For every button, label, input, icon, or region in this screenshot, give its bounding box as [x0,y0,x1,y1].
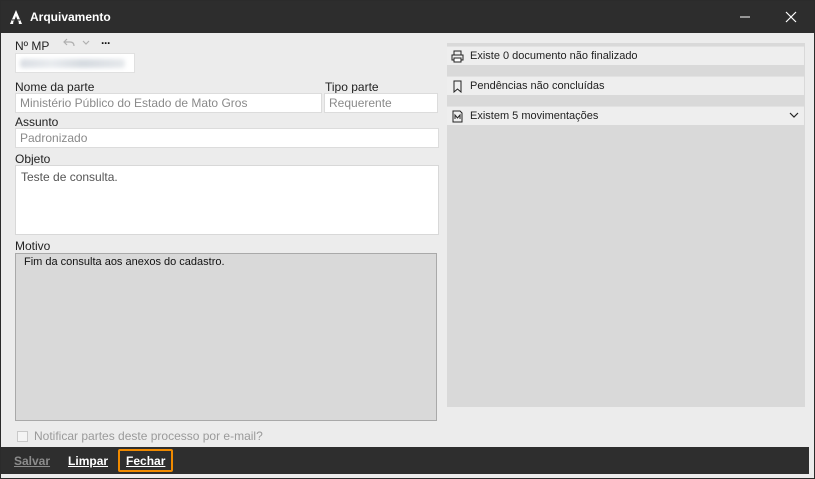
save-button[interactable]: Salvar [8,449,56,472]
assunto-label: Assunto [15,115,59,129]
nome-parte-label: Nome da parte [15,80,95,94]
summary-item-label: Pendências não concluídas [470,80,605,92]
assunto-field[interactable]: Padronizado [15,128,439,148]
notify-checkbox[interactable] [17,430,28,442]
minimize-icon [740,16,750,18]
nmp-field[interactable] [15,53,135,73]
nome-parte-field[interactable]: Ministério Público do Estado de Mato Gro… [15,93,322,113]
tipo-parte-field[interactable]: Requerente [324,93,438,113]
undo-icon[interactable] [63,37,75,49]
printer-icon [451,50,463,62]
notify-row[interactable]: Notificar partes deste processo por e-ma… [17,429,263,443]
app-logo-icon [10,10,22,24]
motivo-textarea[interactable]: Fim da consulta aos anexos do cadastro. [15,253,437,421]
nmp-label: Nº MP [15,39,50,53]
motivo-label: Motivo [15,239,51,253]
title-bar[interactable]: Arquivamento [1,1,814,33]
summary-panel: Existe 0 documento não finalizado Pendên… [447,43,805,407]
archive-window: Arquivamento Nº MP ··· Nome da parte Min… [0,0,815,479]
chevron-down-icon[interactable] [81,38,91,48]
footer-toolbar: Salvar Limpar Fechar [1,447,809,474]
close-button[interactable] [768,1,814,33]
minimize-button[interactable] [722,1,768,33]
bookmark-icon [453,80,461,93]
tipo-parte-label: Tipo parte [325,80,379,94]
nmp-toolbar: ··· [63,36,111,50]
chevron-down-icon[interactable] [788,109,800,121]
close-icon [785,11,797,23]
form-area: Nº MP ··· Nome da parte Ministério Públi… [1,33,814,447]
window-title: Arquivamento [30,10,111,24]
notify-label: Notificar partes deste processo por e-ma… [34,429,263,443]
summary-item-pendencias[interactable]: Pendências não concluídas [447,76,804,95]
summary-item-documents[interactable]: Existe 0 documento não finalizado [447,46,804,65]
summary-item-label: Existem 5 movimentações [470,110,599,122]
summary-item-movimentacoes[interactable]: Existem 5 movimentações [447,106,804,125]
objeto-label: Objeto [15,152,51,166]
clear-button[interactable]: Limpar [62,449,114,472]
redacted-value [20,59,125,68]
summary-item-label: Existe 0 documento não finalizado [470,50,638,62]
close-form-button[interactable]: Fechar [118,449,174,472]
more-options-button[interactable]: ··· [101,36,111,50]
document-m-icon [452,110,462,122]
objeto-textarea[interactable]: Teste de consulta. [15,165,439,235]
